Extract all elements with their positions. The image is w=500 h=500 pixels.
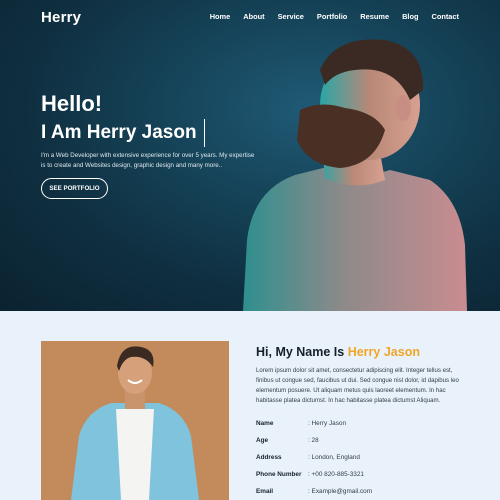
info-row-name: Name : Herry Jason	[256, 415, 466, 432]
main-nav: Home About Service Portfolio Resume Blog…	[197, 12, 459, 21]
info-label: Email	[256, 488, 274, 495]
hero-section: Herry Home About Service Portfolio Resum…	[0, 0, 500, 311]
personal-info: Name : Herry Jason Age : 28 Address : Lo…	[256, 415, 466, 500]
nav-contact[interactable]: Contact	[431, 12, 459, 21]
about-heading-name: Herry Jason	[347, 345, 420, 359]
site-logo[interactable]: Herry	[41, 9, 81, 26]
about-heading: Hi, My Name Is Herry Jason	[256, 345, 420, 359]
info-value: : London, England	[308, 454, 360, 461]
info-value: : Herry Jason	[308, 420, 347, 427]
info-label: Age	[256, 437, 269, 444]
navbar: Herry Home About Service Portfolio Resum…	[0, 0, 500, 34]
info-label: Phone Number	[256, 471, 302, 478]
info-value: : 28	[308, 437, 319, 444]
hero-greeting: Hello!	[41, 91, 103, 116]
about-heading-prefix: Hi, My Name Is	[256, 345, 348, 359]
info-row-email: Email : Example@gmail.com	[256, 483, 466, 500]
nav-blog[interactable]: Blog	[402, 12, 418, 21]
about-photo	[41, 341, 229, 500]
hero-headline-text: I Am Herry Jason	[41, 122, 197, 143]
hero-description: I'm a Web Developer with extensive exper…	[41, 152, 255, 169]
nav-portfolio[interactable]: Portfolio	[317, 12, 347, 21]
info-value: : Example@gmail.com	[308, 488, 373, 495]
hero-headline: I Am Herry Jason	[41, 119, 206, 147]
info-label: Address	[256, 454, 282, 461]
info-row-phone: Phone Number : +00 820-885-3321	[256, 466, 466, 483]
person-photo-image	[41, 341, 229, 500]
typing-cursor	[203, 119, 206, 147]
nav-resume[interactable]: Resume	[360, 12, 389, 21]
see-portfolio-button[interactable]: SEE PORTFOLIO	[41, 178, 108, 199]
info-row-age: Age : 28	[256, 432, 466, 449]
about-section: Hi, My Name Is Herry Jason Lorem ipsum d…	[0, 311, 500, 500]
about-paragraph: Lorem ipsum dolor sit amet, consectetur …	[256, 367, 459, 404]
nav-home[interactable]: Home	[210, 12, 231, 21]
info-value: : +00 820-885-3321	[308, 471, 364, 478]
info-label: Name	[256, 420, 274, 427]
nav-service[interactable]: Service	[278, 12, 304, 21]
hero-portrait-image	[243, 39, 467, 311]
nav-about[interactable]: About	[243, 12, 264, 21]
info-row-address: Address : London, England	[256, 449, 466, 466]
